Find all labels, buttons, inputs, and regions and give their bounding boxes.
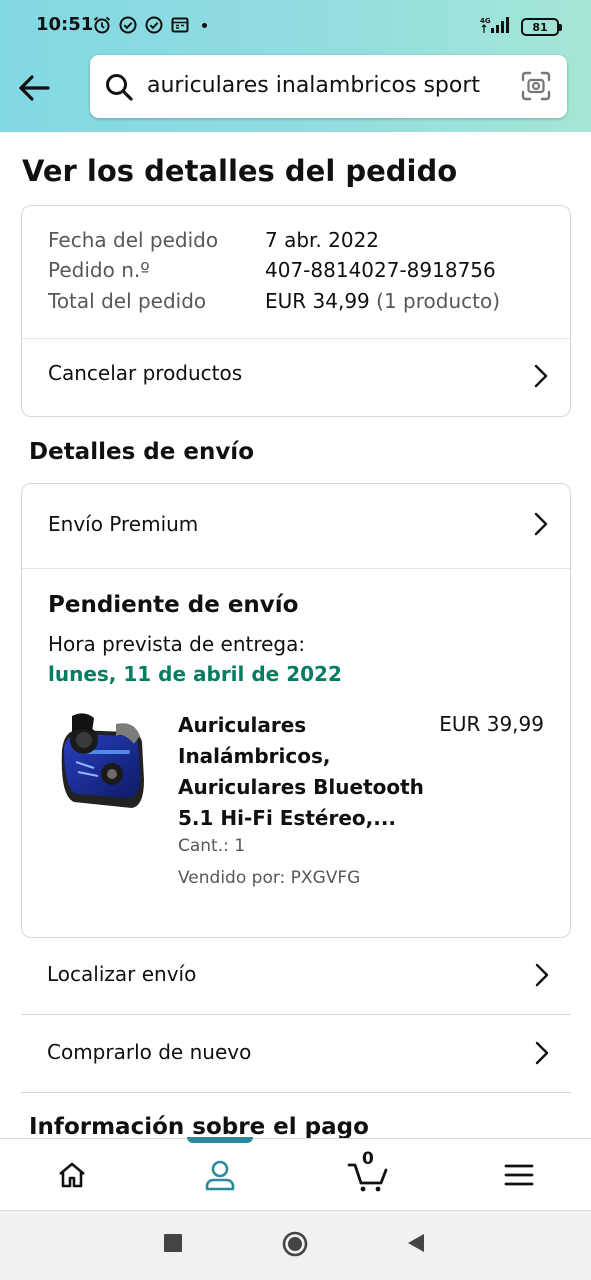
home-icon: [59, 1162, 85, 1188]
product-title[interactable]: Auriculares Inalámbricos, Auriculares Bl…: [178, 710, 428, 834]
cancel-products-row[interactable]: Cancelar productos: [22, 339, 570, 417]
bottom-navigation: 0: [0, 1137, 591, 1210]
cancel-products-label: Cancelar productos: [48, 361, 243, 385]
back-button[interactable]: [16, 70, 52, 106]
status-bar: 10:51 4G 81: [0, 0, 591, 52]
nav-cart[interactable]: 0: [346, 1149, 392, 1195]
app-header: 10:51 4G 81 auriculares inalambricos spo…: [0, 0, 591, 132]
search-input[interactable]: auriculares inalambricos sport: [147, 73, 480, 98]
order-number-value: 407-8814027-8918756: [265, 258, 496, 282]
buy-again-label: Comprarlo de nuevo: [47, 1040, 252, 1064]
triangle-left-icon: [408, 1234, 424, 1252]
nav-account[interactable]: [200, 1155, 240, 1195]
product-quantity: Cant.: 1: [178, 836, 246, 856]
cart-count-badge: 0: [362, 1149, 374, 1169]
product-seller: Vendido por: PXGVFG: [178, 868, 361, 888]
order-total-label: Total del pedido: [48, 289, 207, 313]
shipment-status: Pendiente de envío: [48, 592, 299, 618]
camera-search-icon[interactable]: [521, 71, 551, 105]
menu-icon: [504, 1164, 534, 1186]
divider: [22, 568, 570, 569]
search-icon: [104, 72, 134, 106]
eta-label: Hora prevista de entrega:: [48, 632, 306, 656]
product-image[interactable]: [54, 710, 148, 814]
home-button[interactable]: [282, 1231, 308, 1261]
nav-menu[interactable]: [499, 1155, 539, 1195]
check-circle-icon: [144, 15, 164, 35]
chevron-right-icon: [535, 963, 549, 987]
back-nav-button[interactable]: [406, 1233, 426, 1257]
battery-icon: 81: [521, 18, 562, 36]
recents-button[interactable]: [163, 1233, 183, 1257]
shipping-method-label: Envío Premium: [48, 512, 199, 536]
payment-section-title: Información sobre el pago: [29, 1114, 369, 1138]
alarm-icon: [92, 15, 112, 35]
chevron-right-icon: [534, 364, 548, 388]
more-notifications-dot: [202, 22, 207, 28]
check-circle-icon: [118, 15, 138, 35]
chevron-right-icon: [534, 512, 548, 536]
product-price: EUR 39,99: [439, 712, 544, 736]
order-number-label: Pedido n.º: [48, 258, 150, 282]
track-shipment-label: Localizar envío: [47, 962, 197, 986]
order-item-count: (1 producto): [376, 289, 501, 313]
arrow-left-icon: [19, 75, 50, 101]
svg-text:4G: 4G: [480, 17, 491, 25]
shipping-method-row[interactable]: Envío Premium: [22, 484, 570, 568]
status-system-icons: 4G 81: [479, 15, 562, 39]
calendar-icon: [170, 15, 190, 35]
buy-again-row[interactable]: Comprarlo de nuevo: [21, 1016, 571, 1093]
system-navigation-bar: [0, 1210, 591, 1280]
active-tab-indicator: [187, 1137, 253, 1143]
shipping-card: Envío Premium Pendiente de envío Hora pr…: [21, 483, 571, 938]
signal-icon: 4G: [479, 15, 511, 39]
shipping-section-title: Detalles de envío: [29, 439, 254, 465]
order-details-content[interactable]: Ver los detalles del pedido Fecha del pe…: [0, 132, 591, 1138]
status-time: 10:51: [36, 14, 94, 35]
square-icon: [164, 1234, 182, 1252]
order-date-label: Fecha del pedido: [48, 228, 219, 252]
page-title: Ver los detalles del pedido: [22, 154, 458, 188]
chevron-right-icon: [535, 1041, 549, 1065]
order-date-value: 7 abr. 2022: [265, 228, 380, 252]
circle-icon: [282, 1231, 308, 1257]
nav-home[interactable]: [52, 1155, 92, 1195]
track-shipment-row[interactable]: Localizar envío: [21, 938, 571, 1015]
search-bar[interactable]: auriculares inalambricos sport: [90, 55, 567, 118]
eta-date: lunes, 11 de abril de 2022: [48, 662, 342, 686]
status-notification-icons: [92, 15, 207, 35]
account-icon: [205, 1160, 235, 1191]
order-total-value: EUR 34,99 (1 producto): [265, 289, 501, 313]
order-summary-card: Fecha del pedido 7 abr. 2022 Pedido n.º …: [21, 205, 571, 417]
